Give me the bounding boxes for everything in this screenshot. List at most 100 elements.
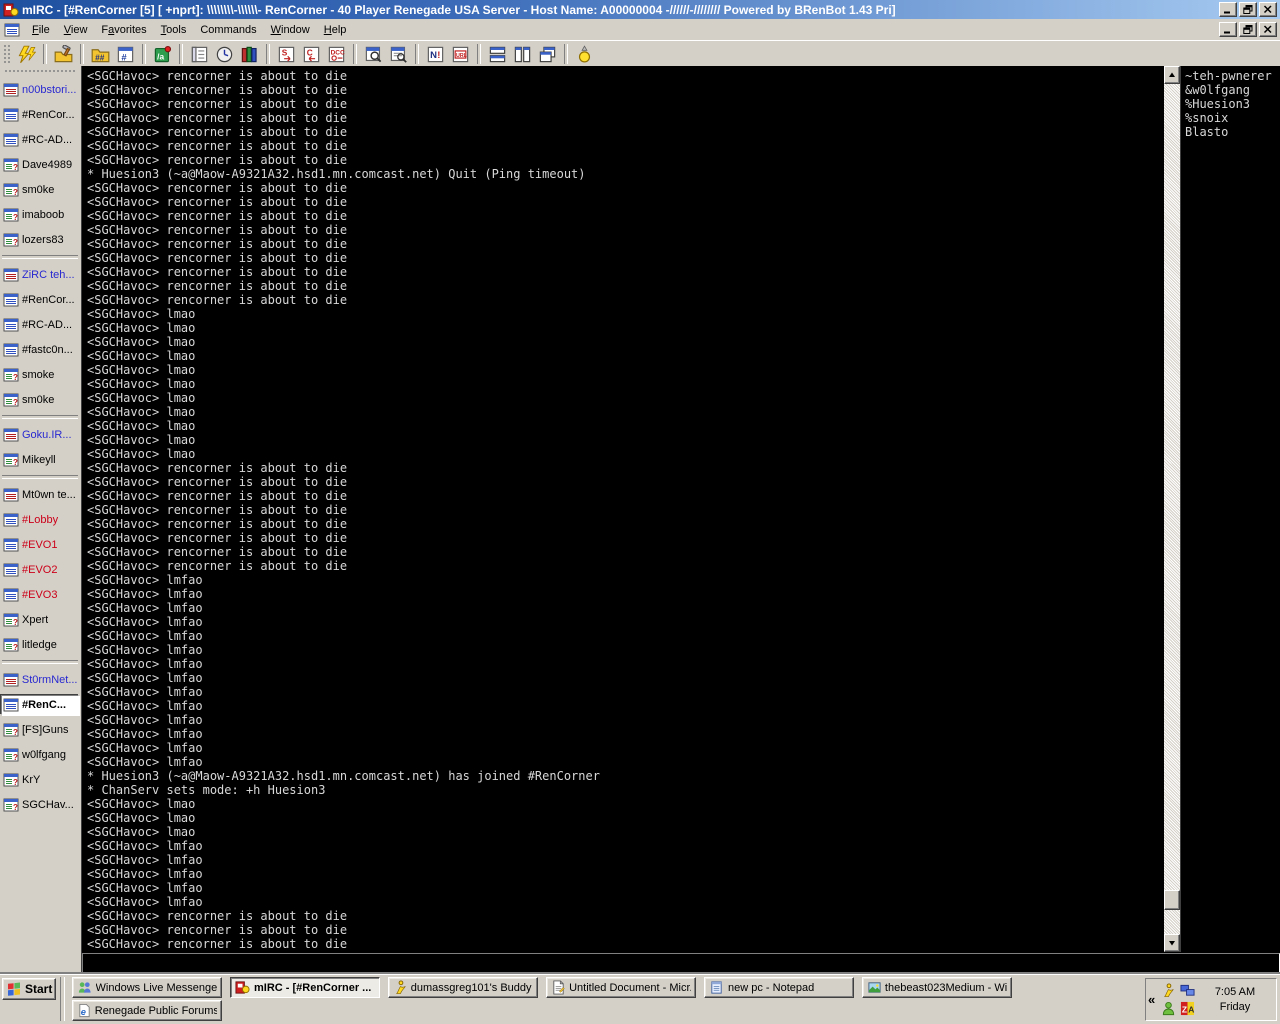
status-window-icon xyxy=(3,83,19,97)
scrollbar-thumb[interactable] xyxy=(1164,890,1180,910)
channel-list-button[interactable]: # xyxy=(113,43,138,66)
restore-button[interactable] xyxy=(1239,2,1257,17)
scroll-up-button[interactable] xyxy=(1164,66,1180,84)
url-list-button[interactable]: URL xyxy=(448,43,473,66)
switchbar-item-imaboob[interactable]: ? imaboob xyxy=(1,205,79,225)
channel-window-icon[interactable] xyxy=(4,23,20,37)
help-books-button[interactable] xyxy=(237,43,262,66)
switchbar-item-lozers83[interactable]: ? lozers83 xyxy=(1,230,79,250)
chat-line: <SGCHavoc> lmao xyxy=(87,797,196,811)
menu-tools[interactable]: Tools xyxy=(154,21,194,39)
aim-tray-icon[interactable] xyxy=(1161,982,1177,999)
switchbar-item-lobby[interactable]: #Lobby xyxy=(1,510,79,530)
chat-scrollbar[interactable] xyxy=(1164,66,1180,952)
send-file-button[interactable]: S xyxy=(274,43,299,66)
menu-commands[interactable]: Commands xyxy=(193,21,263,39)
tray-chevron[interactable]: « xyxy=(1148,992,1161,1007)
scrollbar-track[interactable] xyxy=(1164,84,1180,934)
toolbar-gripper[interactable] xyxy=(3,44,11,64)
network-tray-icon[interactable] xyxy=(1180,983,1196,999)
tile-vertical-button[interactable] xyxy=(510,43,535,66)
menu-favorites[interactable]: Favorites xyxy=(94,21,153,39)
get-file-button[interactable]: C xyxy=(299,43,324,66)
task-button-renegade-public-forums[interactable]: e Renegade Public Forums... xyxy=(72,1000,222,1021)
task-button-thebeast023medium-wi[interactable]: thebeast023Medium - Wi... xyxy=(862,977,1012,998)
switchbar-item-litledge[interactable]: ? litledge xyxy=(1,635,79,655)
zonealarm-tray-icon[interactable]: ZA xyxy=(1180,1001,1196,1017)
message-input[interactable] xyxy=(83,954,1279,974)
script-editor-button[interactable]: /a xyxy=(150,43,175,66)
nicklist-item[interactable]: %snoix xyxy=(1185,111,1280,125)
minimize-button[interactable] xyxy=(1219,2,1237,17)
switchbar-item-n00bstori[interactable]: n00bstori... xyxy=(1,80,79,100)
task-button-new-pc-notepad[interactable]: new pc - Notepad xyxy=(704,977,854,998)
nicklist-item[interactable]: Blasto xyxy=(1185,125,1280,139)
task-button-mirc-rencorner[interactable]: mIRC - [#RenCorner ... xyxy=(230,977,380,998)
nicklist-item[interactable]: &w0lfgang xyxy=(1185,83,1280,97)
task-button-label: Untitled Document - Micr... xyxy=(569,981,691,994)
find-text-button[interactable] xyxy=(361,43,386,66)
switchbar-item-rcad[interactable]: #RC-AD... xyxy=(1,130,79,150)
connect-button[interactable] xyxy=(14,43,39,66)
timer-button[interactable] xyxy=(212,43,237,66)
mdi-close-button[interactable] xyxy=(1259,22,1277,37)
switchbar-item-kry[interactable]: ? KrY xyxy=(1,770,79,790)
switchbar-item-dave4989[interactable]: ? Dave4989 xyxy=(1,155,79,175)
switchbar-item-sm0ke[interactable]: ? sm0ke xyxy=(1,390,79,410)
chat-line: <SGCHavoc> rencorner is about to die xyxy=(87,461,348,475)
nicklist-item[interactable]: %Huesion3 xyxy=(1185,97,1280,111)
mdi-minimize-button[interactable] xyxy=(1219,22,1237,37)
switchbar-item-rencor[interactable]: #RenCor... xyxy=(1,105,79,125)
channels-folder-button[interactable]: ## xyxy=(88,43,113,66)
notify-list-button[interactable]: N! xyxy=(423,43,448,66)
svg-text:N: N xyxy=(430,50,437,61)
channel-window-icon xyxy=(3,343,19,357)
scroll-down-button[interactable] xyxy=(1164,934,1180,952)
start-button[interactable]: Start xyxy=(2,978,56,1000)
switchbar-item-zircteh[interactable]: ZiRC teh... xyxy=(1,265,79,285)
close-button[interactable] xyxy=(1259,2,1277,17)
search-log-button[interactable] xyxy=(386,43,411,66)
switchbar-item-renc[interactable]: #RenC... xyxy=(1,695,79,715)
task-button-untitled-document-micr[interactable]: Untitled Document - Micr... xyxy=(546,977,696,998)
switchbar-item-rencor[interactable]: #RenCor... xyxy=(1,290,79,310)
window-titlebar[interactable]: mIRC - [#RenCorner [5] [ +nprt]: \\\\\\\… xyxy=(0,0,1280,19)
menu-help[interactable]: Help xyxy=(317,21,354,39)
switchbar-item-gokuir[interactable]: Goku.IR... xyxy=(1,425,79,445)
address-book-button[interactable] xyxy=(187,43,212,66)
switchbar-item-sm0ke[interactable]: ? sm0ke xyxy=(1,180,79,200)
switchbar-item-rcad[interactable]: #RC-AD... xyxy=(1,315,79,335)
options-button[interactable] xyxy=(51,43,76,66)
switchbar-item-w0lfgang[interactable]: ? w0lfgang xyxy=(1,745,79,765)
query-window-icon: ? xyxy=(3,183,19,197)
nicklist-item[interactable]: ~teh-pwnerer xyxy=(1185,69,1280,83)
switchbar-item-evo1[interactable]: #EVO1 xyxy=(1,535,79,555)
away-button[interactable] xyxy=(572,43,597,66)
chat-line: <SGCHavoc> lmao xyxy=(87,391,196,405)
switchbar-item-mt0wnte[interactable]: Mt0wn te... xyxy=(1,485,79,505)
menu-file[interactable]: File xyxy=(25,21,57,39)
menu-view[interactable]: View xyxy=(57,21,95,39)
cascade-button[interactable] xyxy=(535,43,560,66)
switchbar-item-label: sm0ke xyxy=(22,184,55,196)
messenger-tray-icon[interactable] xyxy=(1161,1001,1177,1017)
switchbar-gripper[interactable] xyxy=(4,69,75,73)
notepad-icon xyxy=(709,980,724,995)
system-tray: « ZA 7:05 AM Friday xyxy=(1145,978,1277,1021)
switchbar-item-sgchav[interactable]: ? SGCHav... xyxy=(1,795,79,815)
switchbar-item-mikeyll[interactable]: ? Mikeyll xyxy=(1,450,79,470)
task-button-windows-live-messenger[interactable]: Windows Live Messenger xyxy=(72,977,222,998)
switchbar-item-st0rmnet[interactable]: St0rmNet... xyxy=(1,670,79,690)
switchbar-item-label: Xpert xyxy=(22,614,49,626)
menu-window[interactable]: Window xyxy=(264,21,317,39)
tile-horizontal-button[interactable] xyxy=(485,43,510,66)
dcc-button[interactable]: DCC xyxy=(324,43,349,66)
switchbar-item-evo2[interactable]: #EVO2 xyxy=(1,560,79,580)
mdi-restore-button[interactable] xyxy=(1239,22,1257,37)
switchbar-item-smoke[interactable]: ? smoke xyxy=(1,365,79,385)
switchbar-item-evo3[interactable]: #EVO3 xyxy=(1,585,79,605)
switchbar-item-fastc0n[interactable]: #fastc0n... xyxy=(1,340,79,360)
switchbar-item-fsguns[interactable]: ? [FS]Guns xyxy=(1,720,79,740)
switchbar-item-xpert[interactable]: ? Xpert xyxy=(1,610,79,630)
task-button-dumassgreg101-s-buddy[interactable]: dumassgreg101's Buddy ... xyxy=(388,977,538,998)
